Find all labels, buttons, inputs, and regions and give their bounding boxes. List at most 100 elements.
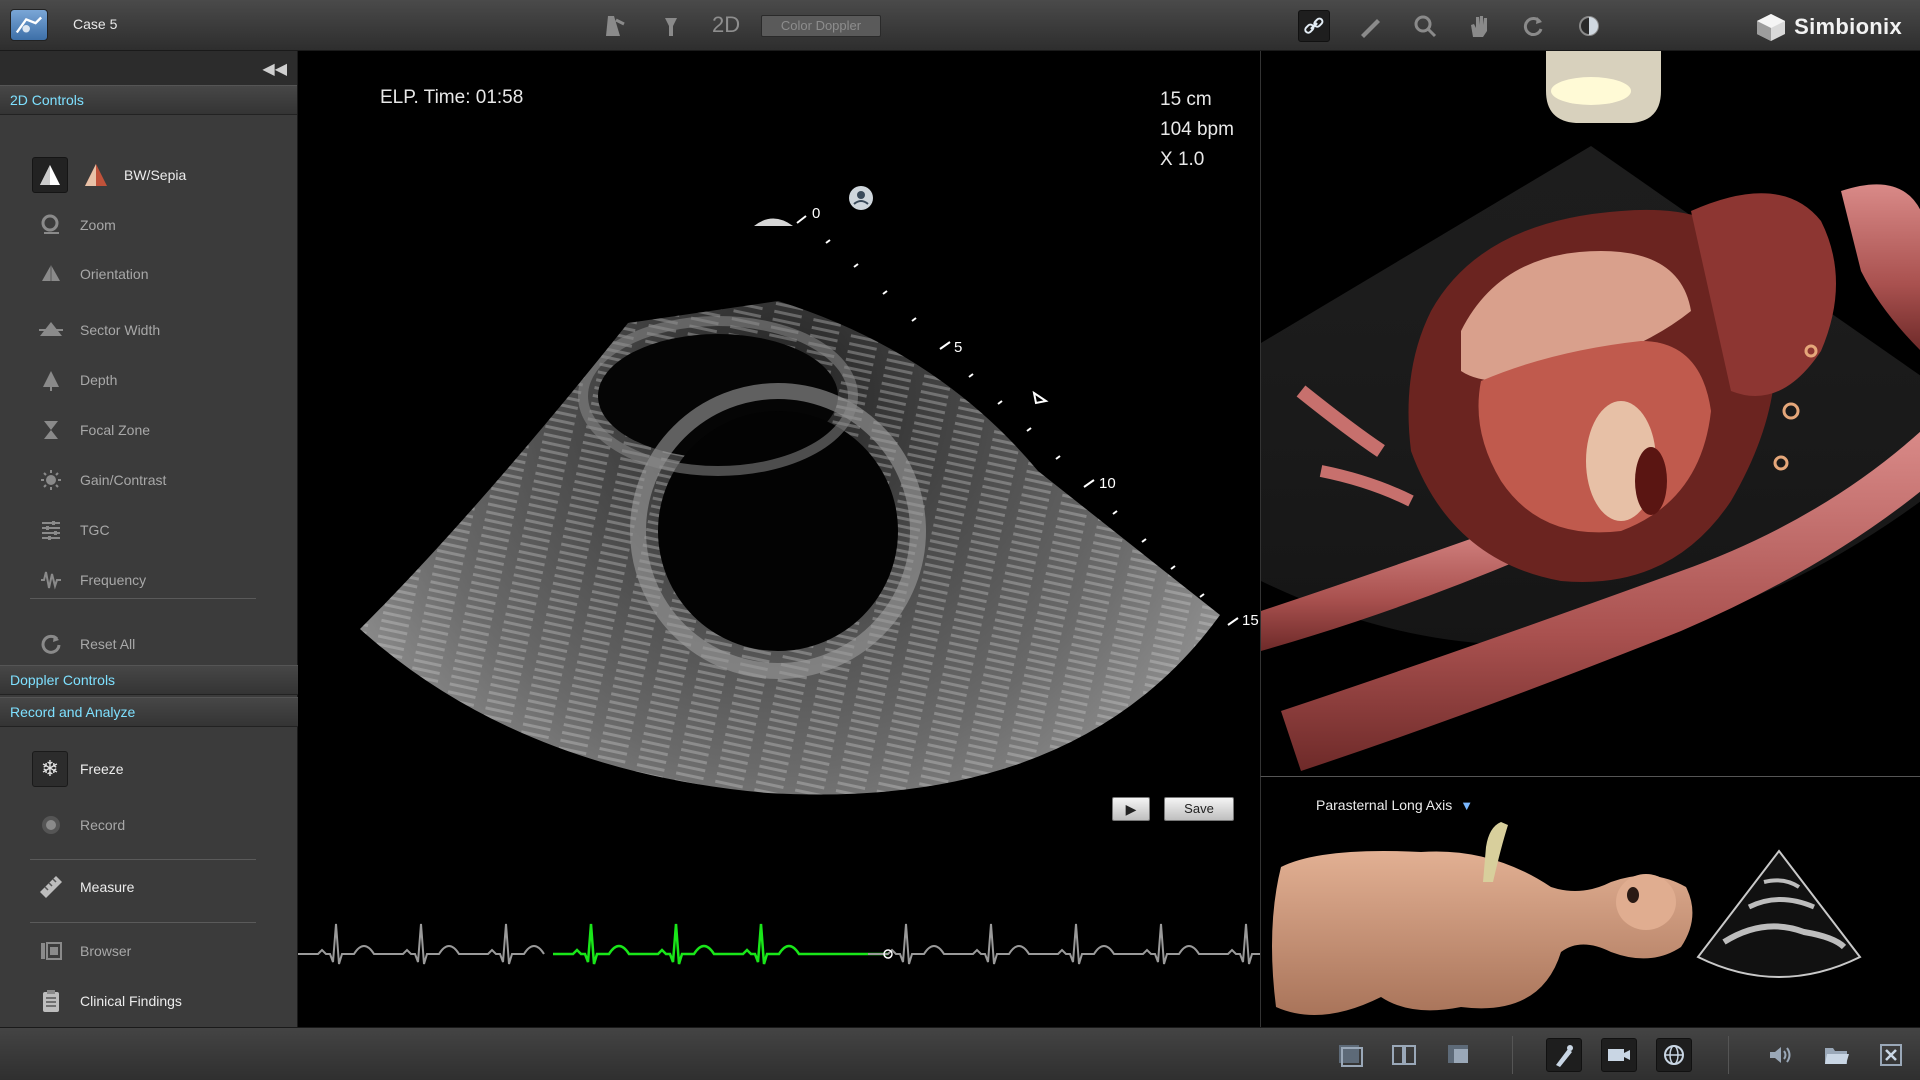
tgc-icon [36, 515, 66, 545]
brand-name: Simbionix [1794, 14, 1902, 39]
hand-icon[interactable] [1463, 10, 1495, 42]
section-2d-controls[interactable]: 2D Controls [0, 85, 297, 115]
collapse-panel-icon[interactable]: ◀◀ [262, 59, 287, 79]
pen-probe-icon[interactable] [1354, 10, 1386, 42]
sidebar-item-freeze[interactable]: ❄ Freeze [0, 749, 298, 789]
folder-icon[interactable] [1818, 1038, 1854, 1072]
sidebar-item-record[interactable]: Record [0, 805, 298, 845]
clinical-findings-icon [36, 986, 66, 1016]
frequency-icon [36, 565, 66, 595]
ecg-trace [298, 923, 1260, 965]
close-icon[interactable] [1873, 1038, 1909, 1072]
ecg-gray-left-line [298, 923, 545, 965]
anatomy-3d-view[interactable] [1260, 51, 1920, 776]
divider [1728, 1036, 1729, 1074]
sector-preview-icon [1696, 849, 1862, 978]
color-doppler-button[interactable]: Color Doppler [761, 15, 881, 37]
bottom-toolbar [0, 1027, 1920, 1080]
sidebar-item-depth[interactable]: Depth [0, 360, 298, 400]
single-layout-icon[interactable] [1332, 1038, 1368, 1072]
sidebar-item-zoom[interactable]: Zoom [0, 205, 298, 245]
elapsed-time: ELP. Time: 01:58 [380, 87, 524, 108]
sector-width-icon [36, 315, 66, 345]
heart-rate-readout: 104 bpm [1160, 119, 1234, 140]
sidebar-item-label: Freeze [80, 761, 124, 777]
depth-marker-10: 10 [1099, 475, 1116, 492]
ecg-gray-right-line [868, 923, 1260, 965]
probe-icon[interactable] [655, 10, 687, 42]
save-button[interactable]: Save [1164, 797, 1234, 821]
depth-readout: 15 cm [1160, 89, 1212, 110]
probe-tool-icon[interactable] [1546, 1038, 1582, 1072]
focal-zone-icon [36, 415, 66, 445]
sidebar-item-label: TGC [80, 522, 110, 538]
gain-contrast-icon [36, 465, 66, 495]
rotate-icon[interactable] [1517, 10, 1549, 42]
contrast-icon[interactable] [1573, 10, 1605, 42]
sidebar-item-label: Frequency [80, 572, 147, 588]
sidebar-item-browser[interactable]: Browser [0, 931, 298, 971]
sidebar-item-label: Focal Zone [80, 422, 151, 438]
reset-icon [36, 629, 66, 659]
sidebar-item-frequency[interactable]: Frequency [0, 560, 298, 600]
sidebar-item-label: Record [80, 817, 126, 833]
sidebar-item-label: Sector Width [80, 322, 161, 338]
divider [30, 598, 256, 599]
magnifier-icon[interactable] [1409, 10, 1441, 42]
sidebar-item-label: Gain/Contrast [80, 472, 167, 488]
ultrasound-image [360, 186, 1239, 795]
sidebar-item-label: Browser [80, 943, 132, 959]
sidebar-item-sector-width[interactable]: Sector Width [0, 310, 298, 350]
sidebar-item-label: BW/Sepia [124, 167, 187, 183]
record-icon [36, 810, 66, 840]
imaging-parameters: 15 cm 104 bpm X 1.0 [1160, 85, 1234, 175]
globe-icon[interactable] [1656, 1038, 1692, 1072]
camera-icon[interactable] [1601, 1038, 1637, 1072]
divider [1512, 1036, 1513, 1074]
depth-icon [36, 365, 66, 395]
divider [30, 859, 256, 860]
sidebar-item-measure[interactable]: Measure [0, 867, 298, 907]
depth-marker-0: 0 [812, 205, 821, 222]
sidebar-item-orientation[interactable]: Orientation [0, 254, 298, 294]
2d-mode-icon[interactable]: 2D [712, 12, 740, 38]
section-record-analyze[interactable]: Record and Analyze [0, 697, 298, 727]
ultrasound-view[interactable]: 0 5 10 15 ELP. Time: 01:58 15 cm 104 bpm… [298, 51, 1260, 1027]
orientation-icon [36, 259, 66, 289]
sidebar-item-label: Clinical Findings [80, 993, 182, 1009]
snowflake-icon: ❄ [32, 751, 68, 787]
link-icon[interactable] [1298, 10, 1330, 42]
sidebar-item-reset-all[interactable]: Reset All [0, 624, 298, 664]
sidebar-item-tgc[interactable]: TGC [0, 510, 298, 550]
depth-marker-15: 15 [1242, 612, 1259, 629]
sepia-mode-icon[interactable] [80, 159, 112, 191]
sidebar-item-label: Measure [80, 879, 135, 895]
app-logo[interactable] [10, 9, 48, 41]
sidebar-item-focal-zone[interactable]: Focal Zone [0, 410, 298, 450]
sidebar-item-label: Zoom [80, 217, 116, 233]
volume-icon[interactable] [1762, 1038, 1798, 1072]
case-title: Case 5 [73, 16, 118, 32]
left-control-panel: ◀◀ 2D Controls BW/Sepia Zoom Orientation… [0, 51, 298, 1027]
sector-probe-icon[interactable] [598, 10, 630, 42]
sidebar-item-gain-contrast[interactable]: Gain/Contrast [0, 460, 298, 500]
collapse-bar: ◀◀ [0, 51, 297, 85]
divider [30, 922, 256, 923]
sidebar-item-label: Orientation [80, 266, 149, 282]
bw-mode-icon[interactable] [32, 157, 68, 193]
sidebar-item-label: Depth [80, 372, 118, 388]
ecg-active-line [553, 923, 888, 965]
section-doppler-controls[interactable]: Doppler Controls [0, 665, 298, 695]
play-button[interactable]: ▶ [1112, 797, 1150, 821]
patient-probe-view[interactable]: Parasternal Long Axis ▼ [1260, 776, 1920, 1027]
sidebar-item-clinical-findings[interactable]: Clinical Findings [0, 981, 298, 1021]
top-toolbar: Case 5 2D Color Doppler Simbionix [0, 0, 1920, 51]
depth-marker-5: 5 [954, 339, 963, 356]
heart-3d-model [1261, 51, 1920, 771]
overlay-layout-icon[interactable] [1441, 1038, 1477, 1072]
dual-layout-icon[interactable] [1386, 1038, 1422, 1072]
browser-icon [36, 936, 66, 966]
sidebar-item-bw-sepia[interactable]: BW/Sepia [0, 155, 298, 195]
ruler-icon [36, 872, 66, 902]
zoom-readout: X 1.0 [1160, 149, 1205, 170]
